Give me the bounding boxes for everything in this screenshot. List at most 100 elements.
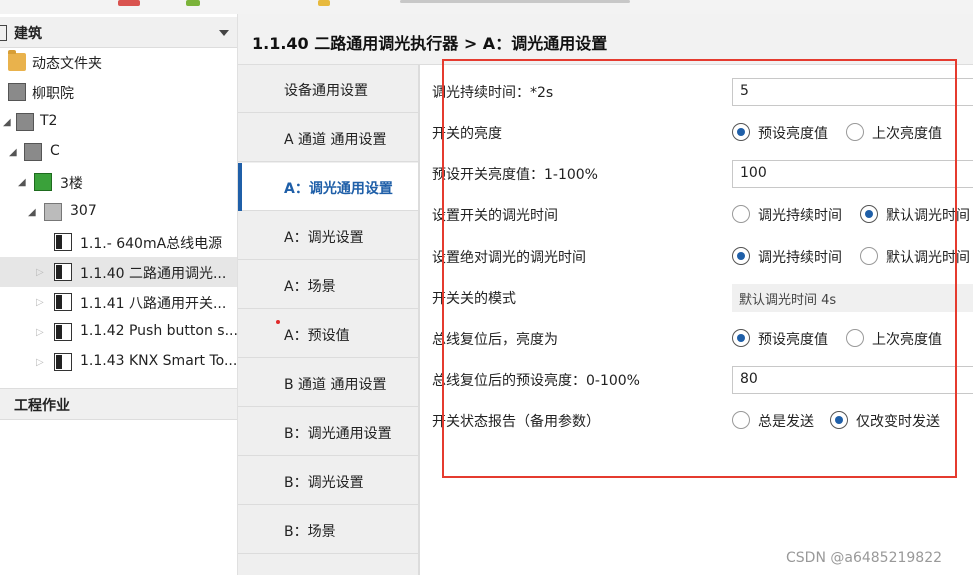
tree-node-dynamic-folder[interactable]: 动态文件夹: [0, 47, 237, 77]
tab-a-scene[interactable]: A：场景: [238, 261, 418, 309]
param-label: 开关状态报告（备用参数）: [432, 414, 600, 430]
param-label: 设置开关的调光时间: [432, 208, 558, 224]
bus-reset-preset-input[interactable]: 80: [732, 366, 973, 394]
tree-node-label: 3楼: [60, 176, 83, 192]
radio-label: 默认调光时间: [886, 250, 970, 266]
building-tree-panel: 建筑 动态文件夹 柳职院 ◢ T2 ◢ C ◢ 3楼 ◢ 307 1.1.- 6…: [0, 14, 238, 575]
tab-a-dimming-settings[interactable]: A：调光设置: [238, 212, 418, 260]
tab-a-preset[interactable]: A：预设值: [238, 310, 418, 358]
param-label: 总线复位后的预设亮度：0-100%: [432, 373, 640, 389]
expand-arrow-icon[interactable]: ◢: [18, 177, 26, 188]
radio-circle-icon: [732, 329, 750, 347]
tab-label: B：调光设置: [284, 475, 364, 491]
radio-circle-icon: [860, 247, 878, 265]
room-icon: [44, 203, 62, 221]
input-value: 100: [740, 165, 767, 181]
radio-label: 调光持续时间: [758, 208, 842, 224]
tree-node-label: C: [50, 143, 60, 159]
input-value: 5: [740, 83, 749, 99]
tree-node-device-switch[interactable]: ▷ 1.1.41 八路通用开关...: [0, 287, 237, 317]
tab-a-channel-general[interactable]: A 通道 通用设置: [238, 114, 418, 162]
tree-node-label: 307: [70, 203, 97, 219]
radio-circle-icon: [732, 247, 750, 265]
tab-b-scene[interactable]: B：场景: [238, 506, 418, 554]
toolbar-fragment: [318, 0, 330, 6]
expand-arrow-icon[interactable]: ▷: [36, 357, 44, 368]
chevron-down-icon[interactable]: [219, 30, 229, 36]
expand-arrow-icon[interactable]: ▷: [36, 297, 44, 308]
device-icon: [54, 323, 72, 341]
preset-switch-brightness-input[interactable]: 100: [732, 160, 973, 188]
floor-icon: [34, 173, 52, 191]
param-row-preset-switch-brightness: 预设开关亮度值：1-100% 100: [420, 153, 973, 195]
watermark: CSDN @a6485219822: [786, 550, 943, 566]
tree-node-label: 动态文件夹: [32, 56, 102, 72]
tab-b-channel-general[interactable]: B 通道 通用设置: [238, 359, 418, 407]
tab-a-dimming-general[interactable]: A：调光通用设置: [238, 163, 418, 211]
param-label: 调光持续时间：*2s: [432, 85, 554, 101]
param-row-switch-dimming-time: 设置开关的调光时间 调光持续时间 默认调光时间: [420, 194, 973, 236]
tab-label: A：调光通用设置: [284, 181, 393, 197]
tree-header[interactable]: 建筑: [0, 17, 237, 48]
tree-node-label: T2: [40, 113, 58, 129]
tab-label: B 通道 通用设置: [284, 377, 387, 393]
radio-label: 上次亮度值: [872, 332, 942, 348]
tab-b-dimming-general[interactable]: B：调光通用设置: [238, 408, 418, 456]
expand-arrow-icon[interactable]: ◢: [28, 207, 36, 218]
tab-label: B：场景: [284, 524, 336, 540]
tree-title: 建筑: [14, 26, 42, 42]
device-icon: [54, 263, 72, 281]
tab-label: B：调光通用设置: [284, 426, 392, 442]
tree-node-t2[interactable]: ◢ T2: [0, 107, 237, 137]
tree-node-device-dimmer[interactable]: ▷ 1.1.40 二路通用调光...: [0, 257, 237, 287]
tab-label: A 通道 通用设置: [284, 132, 387, 148]
expand-arrow-icon[interactable]: ▷: [36, 327, 44, 338]
radio-circle-icon: [732, 205, 750, 223]
radio-label: 上次亮度值: [872, 126, 942, 142]
radio-circle-icon: [732, 411, 750, 429]
building-icon: [16, 113, 34, 131]
dimming-duration-input[interactable]: 5: [732, 78, 973, 106]
param-label: 开关关的模式: [432, 291, 516, 307]
tree-node-label: 1.1.43 KNX Smart To...: [80, 353, 238, 369]
tree-node-device-power[interactable]: 1.1.- 640mA总线电源: [0, 227, 237, 257]
tree-node-device-smart-touch[interactable]: ▷ 1.1.43 KNX Smart To...: [0, 347, 237, 377]
radio-label: 预设亮度值: [758, 126, 828, 142]
radio-label: 仅改变时发送: [856, 414, 940, 430]
device-icon: [54, 233, 72, 251]
param-label: 开关的亮度: [432, 126, 502, 142]
radio-label: 调光持续时间: [758, 250, 842, 266]
radio-circle-icon: [732, 123, 750, 141]
param-label: 总线复位后，亮度为: [432, 332, 558, 348]
radio-circle-icon: [846, 123, 864, 141]
radio-circle-icon: [830, 411, 848, 429]
parameter-tabs: 设备通用设置 A 通道 通用设置 A：调光通用设置 A：调光设置 A：场景 A：…: [238, 65, 418, 575]
param-row-bus-reset-preset: 总线复位后的预设亮度：0-100% 80: [420, 359, 973, 401]
radio-label: 总是发送: [758, 414, 814, 430]
tree-node-label: 1.1.42 Push button s...: [80, 323, 238, 339]
input-value: 80: [740, 371, 758, 387]
expand-arrow-icon[interactable]: ◢: [3, 117, 11, 128]
tab-b-dimming-settings[interactable]: B：调光设置: [238, 457, 418, 505]
param-row-switch-off-mode: 开关关的模式 默认调光时间 4s: [420, 277, 973, 319]
param-row-switch-brightness: 开关的亮度 预设亮度值 上次亮度值: [420, 112, 973, 154]
page-title: 1.1.40 二路通用调光执行器 > A：调光通用设置: [252, 34, 608, 53]
expand-arrow-icon[interactable]: ▷: [36, 267, 44, 278]
tree-node-campus[interactable]: 柳职院: [0, 77, 237, 107]
radio-label: 默认调光时间: [886, 208, 970, 224]
tree-node-c[interactable]: ◢ C: [0, 137, 237, 167]
tree-node-label: 1.1.- 640mA总线电源: [80, 236, 223, 252]
tree-node-floor-3[interactable]: ◢ 3楼: [0, 167, 237, 197]
switch-off-mode-select[interactable]: 默认调光时间 4s: [732, 284, 973, 312]
tree-node-room-307[interactable]: ◢ 307: [0, 197, 237, 227]
project-work-header[interactable]: 工程作业: [0, 388, 237, 420]
tree-node-label: 1.1.40 二路通用调光...: [80, 266, 227, 282]
toolbar-fragment: [400, 0, 630, 3]
tab-device-general[interactable]: 设备通用设置: [238, 65, 418, 113]
tab-label: 设备通用设置: [284, 83, 368, 99]
tree-node-device-pushbutton[interactable]: ▷ 1.1.42 Push button s...: [0, 317, 238, 347]
radio-label: 预设亮度值: [758, 332, 828, 348]
top-toolbar-strip: [0, 0, 973, 15]
breadcrumb: 1.1.40 二路通用调光执行器 > A：调光通用设置: [238, 14, 973, 65]
expand-arrow-icon[interactable]: ◢: [9, 147, 17, 158]
